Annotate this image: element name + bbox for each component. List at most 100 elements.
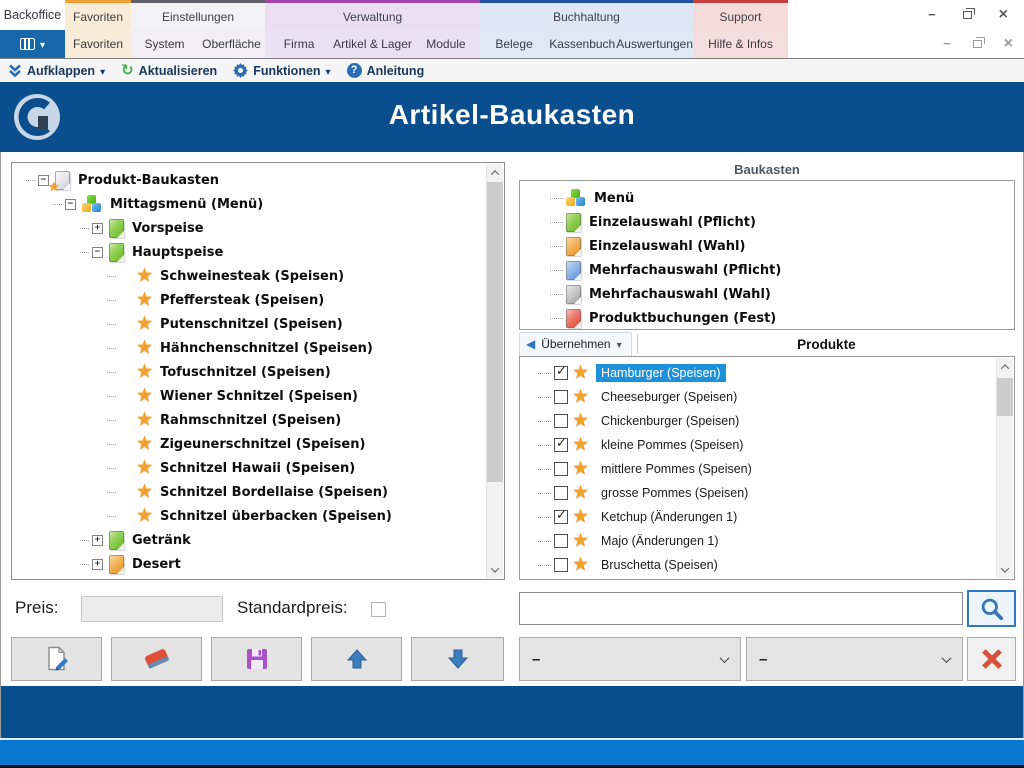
move-down-button[interactable] <box>411 637 504 681</box>
tree-item[interactable]: Schnitzel Hawaii (Speisen) <box>14 456 504 480</box>
baukasten-item[interactable]: Einzelauswahl (Pflicht) <box>524 210 1014 234</box>
ribbon-subtab[interactable]: Auswertungen <box>616 37 693 51</box>
save-button[interactable] <box>211 637 302 681</box>
ribbon-subtab[interactable]: Favoriten <box>65 37 131 51</box>
baukasten-item[interactable]: Produktbuchungen (Fest) <box>524 306 1014 330</box>
restore-icon[interactable] <box>973 40 982 48</box>
arrow-down-icon <box>446 647 470 671</box>
produkte-item[interactable] <box>524 577 1014 580</box>
checkbox-unchecked[interactable] <box>554 414 568 428</box>
tree-item[interactable]: Schnitzel überbacken (Speisen) <box>14 504 504 528</box>
anleitung-button[interactable]: Anleitung <box>347 63 425 78</box>
ribbon-group-1[interactable]: Einstellungen <box>131 0 265 30</box>
tree-item[interactable]: Pfeffersteak (Speisen) <box>14 288 504 312</box>
aufklappen-label: Aufklappen <box>27 64 95 78</box>
move-up-button[interactable] <box>311 637 402 681</box>
checkbox-unchecked[interactable] <box>554 462 568 476</box>
tree-scrollbar[interactable] <box>486 164 503 578</box>
tree-item[interactable]: Rahmschnitzel (Speisen) <box>14 408 504 432</box>
close-icon[interactable] <box>1004 35 1013 53</box>
minimize-icon[interactable] <box>928 6 936 24</box>
produkte-item[interactable]: Ketchup (Änderungen 1) <box>524 505 1014 529</box>
tree-item[interactable]: Schnitzel Bordellaise (Speisen) <box>14 480 504 504</box>
uebernehmen-button[interactable]: Übernehmen <box>519 332 632 357</box>
filter-dropdown-1[interactable]: – <box>519 637 741 681</box>
ribbon-subtab[interactable]: Artikel & Lager <box>333 37 412 51</box>
search-button[interactable] <box>967 590 1016 627</box>
produkte-item[interactable]: Chickenburger (Speisen) <box>524 409 1014 433</box>
tree-item[interactable]: Hauptspeise <box>14 240 504 264</box>
ribbon-subtab[interactable]: Oberfläche <box>198 37 265 51</box>
ribbon-subtab[interactable]: Kassenbuch <box>548 37 616 51</box>
collapse-expander[interactable] <box>65 199 76 210</box>
produkte-scrollbar[interactable] <box>996 358 1013 578</box>
checkbox-checked[interactable] <box>554 438 568 452</box>
scroll-down-icon[interactable] <box>487 561 503 578</box>
baukasten-item[interactable]: Mehrfachauswahl (Wahl) <box>524 282 1014 306</box>
ribbon-group-0[interactable]: Favoriten <box>65 0 131 30</box>
tree-item[interactable]: Tofuschnitzel (Speisen) <box>14 360 504 384</box>
ribbon-subtab[interactable]: Module <box>412 37 480 51</box>
page-pencil-icon <box>42 645 72 673</box>
produkte-item[interactable]: grosse Pommes (Speisen) <box>524 481 1014 505</box>
ribbon-group-3[interactable]: Buchhaltung <box>480 0 693 30</box>
aktualisieren-button[interactable]: Aktualisieren <box>121 64 217 78</box>
baukasten-item[interactable]: Menü <box>524 186 1014 210</box>
ribbon-subtab[interactable]: System <box>131 37 198 51</box>
tree-item[interactable]: Zigeunerschnitzel (Speisen) <box>14 432 504 456</box>
checkbox-checked[interactable] <box>554 510 568 524</box>
tree-item[interactable]: Desert <box>14 552 504 576</box>
tree-item[interactable]: Mittagsmenü (Menü) <box>14 192 504 216</box>
tab-backoffice[interactable]: Backoffice <box>0 0 65 30</box>
restore-icon[interactable] <box>963 11 972 19</box>
tree-item[interactable]: Putenschnitzel (Speisen) <box>14 312 504 336</box>
minimize-icon[interactable] <box>943 35 951 53</box>
expand-expander[interactable] <box>92 223 103 234</box>
checkbox-unchecked[interactable] <box>554 558 568 572</box>
funktionen-button[interactable]: Funktionen <box>233 63 330 78</box>
scroll-up-icon[interactable] <box>487 164 503 181</box>
produkte-item[interactable]: Hamburger (Speisen) <box>524 361 1014 385</box>
edit-button[interactable] <box>11 637 102 681</box>
ribbon-subtab[interactable]: Hilfe & Infos <box>693 37 788 51</box>
search-input[interactable] <box>519 592 963 625</box>
ribbon-subtab[interactable]: Firma <box>265 37 333 51</box>
tree-item[interactable]: Hähnchenschnitzel (Speisen) <box>14 336 504 360</box>
app-menu-button[interactable] <box>0 30 65 58</box>
ribbon-subtab[interactable]: Belege <box>480 37 548 51</box>
preis-input[interactable] <box>81 596 223 622</box>
scrollbar-thumb[interactable] <box>487 182 503 482</box>
standardpreis-checkbox[interactable] <box>371 602 386 617</box>
scrollbar-thumb[interactable] <box>997 378 1013 416</box>
tree-item[interactable]: Vorspeise <box>14 216 504 240</box>
produkte-item[interactable]: mittlere Pommes (Speisen) <box>524 457 1014 481</box>
tree-item[interactable] <box>14 576 504 580</box>
filter-dropdown-2[interactable]: – <box>746 637 963 681</box>
produkte-item[interactable]: Majo (Änderungen 1) <box>524 529 1014 553</box>
tree-item[interactable]: Produkt-Baukasten <box>14 168 504 192</box>
baukasten-item[interactable]: Einzelauswahl (Wahl) <box>524 234 1014 258</box>
produkte-item[interactable]: Cheeseburger (Speisen) <box>524 385 1014 409</box>
ribbon-group-4[interactable]: Support <box>693 0 788 30</box>
star-icon <box>136 362 153 383</box>
expand-expander[interactable] <box>92 535 103 546</box>
produkte-item[interactable]: kleine Pommes (Speisen) <box>524 433 1014 457</box>
scroll-down-icon[interactable] <box>997 561 1013 578</box>
erase-button[interactable] <box>111 637 202 681</box>
checkbox-unchecked[interactable] <box>554 390 568 404</box>
baukasten-item[interactable]: Mehrfachauswahl (Pflicht) <box>524 258 1014 282</box>
aufklappen-button[interactable]: Aufklappen <box>8 64 105 78</box>
collapse-expander[interactable] <box>92 247 103 258</box>
tree-item[interactable]: Wiener Schnitzel (Speisen) <box>14 384 504 408</box>
checkbox-checked[interactable] <box>554 366 568 380</box>
checkbox-unchecked[interactable] <box>554 534 568 548</box>
checkbox-unchecked[interactable] <box>554 486 568 500</box>
ribbon-group-2[interactable]: Verwaltung <box>265 0 480 30</box>
expand-expander[interactable] <box>92 559 103 570</box>
tree-item[interactable]: Schweinesteak (Speisen) <box>14 264 504 288</box>
close-icon[interactable] <box>999 6 1008 24</box>
produkte-item[interactable]: Bruschetta (Speisen) <box>524 553 1014 577</box>
clear-button[interactable] <box>967 637 1016 681</box>
scroll-up-icon[interactable] <box>997 358 1013 375</box>
tree-item[interactable]: Getränk <box>14 528 504 552</box>
